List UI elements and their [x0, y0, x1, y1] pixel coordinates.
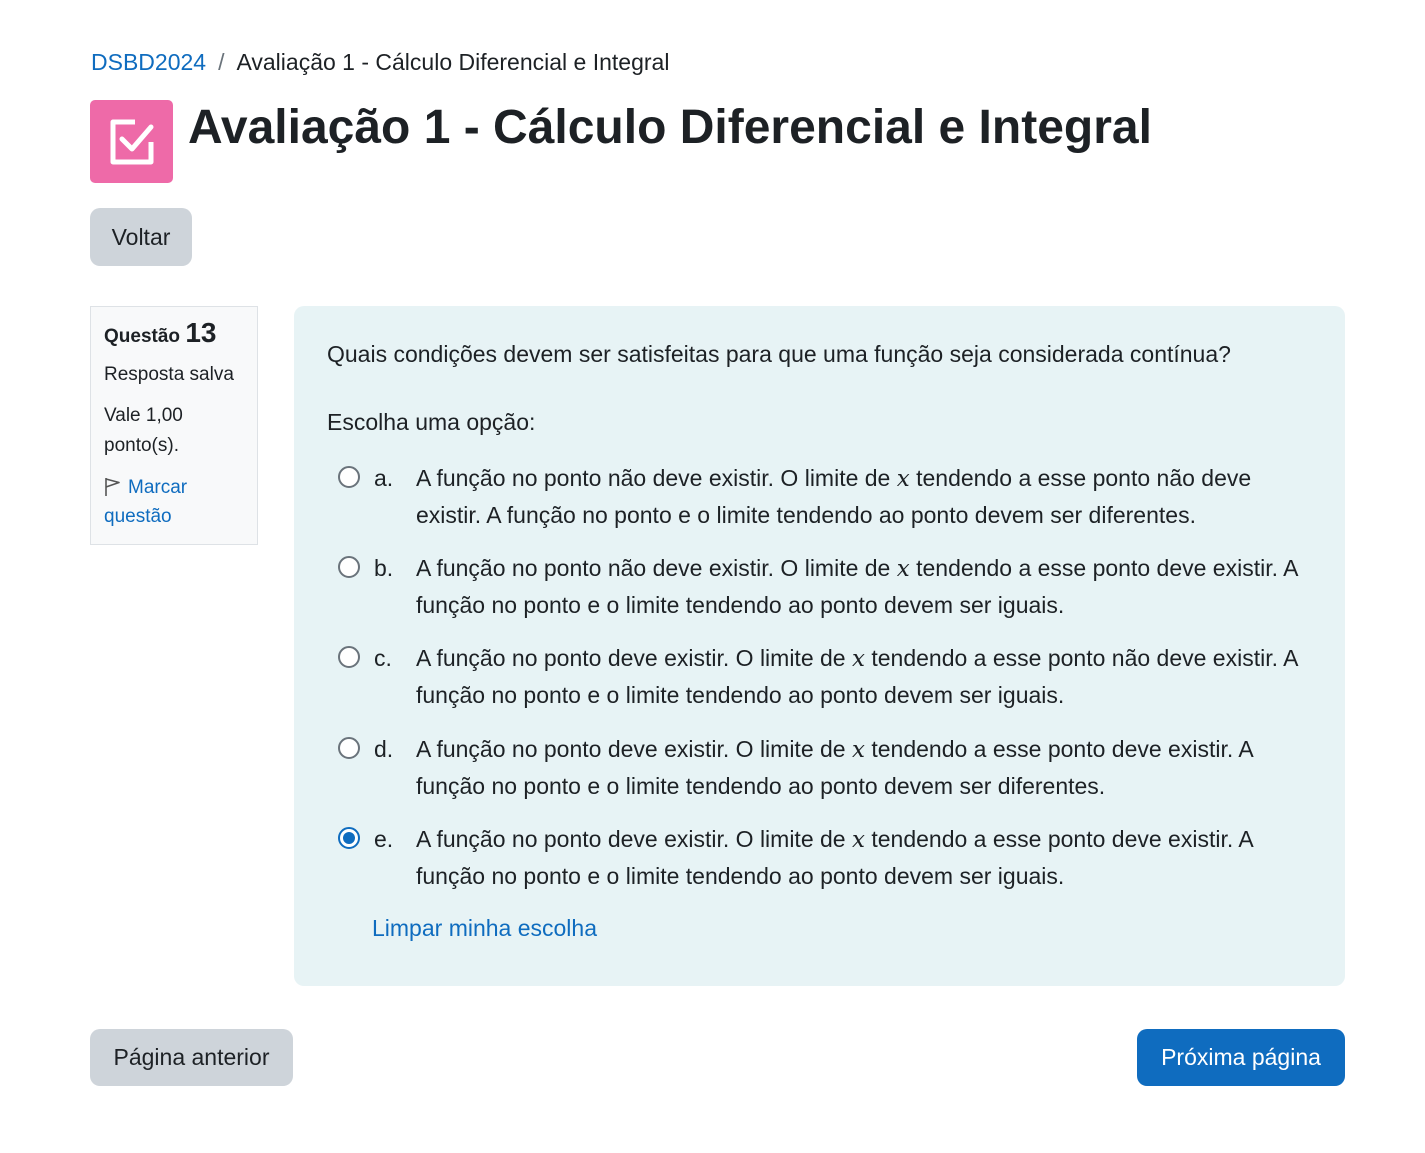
radio-button-selected[interactable]	[338, 827, 360, 849]
option-text: A função no ponto deve existir. O limite…	[416, 645, 1298, 708]
question-label: Questão	[104, 326, 181, 347]
option-text: A função no ponto não deve existir. O li…	[416, 465, 1252, 528]
question-content: Quais condições devem ser satisfeitas pa…	[294, 306, 1345, 986]
radio-button[interactable]	[338, 646, 360, 668]
back-button[interactable]: Voltar	[90, 208, 192, 266]
answer-option-c[interactable]: c. A função no ponto deve existir. O lim…	[338, 636, 1318, 716]
option-letter: a.	[374, 465, 394, 491]
clear-choice-link[interactable]: Limpar minha escolha	[372, 914, 597, 942]
option-text: A função no ponto deve existir. O limite…	[416, 736, 1253, 799]
question-grade: Vale 1,00 ponto(s).	[104, 405, 183, 456]
question-number-value: 13	[185, 317, 217, 348]
flag-icon	[105, 478, 120, 496]
question-state: Resposta salva	[104, 364, 234, 385]
question-info-panel: Questão 13 Resposta salva Vale 1,00 pont…	[90, 306, 258, 545]
radio-button[interactable]	[338, 556, 360, 578]
flag-question-link[interactable]: Marcar questão	[104, 473, 244, 531]
option-text: A função no ponto deve existir. O limite…	[416, 826, 1253, 889]
option-letter: e.	[374, 826, 394, 852]
question-text: Quais condições devem ser satisfeitas pa…	[327, 341, 1231, 367]
option-letter: c.	[374, 645, 392, 671]
question-number: Questão 13	[104, 317, 244, 353]
answer-option-a[interactable]: a. A função no ponto não deve existir. O…	[338, 456, 1318, 536]
option-letter: d.	[374, 736, 394, 762]
next-page-button[interactable]: Próxima página	[1137, 1029, 1345, 1086]
breadcrumb: DSBD2024 / Avaliação 1 - Cálculo Diferen…	[91, 48, 669, 76]
radio-button[interactable]	[338, 737, 360, 759]
previous-page-button[interactable]: Página anterior	[90, 1029, 293, 1086]
page-title: Avaliação 1 - Cálculo Diferencial e Inte…	[188, 101, 1152, 154]
option-text: A função no ponto não deve existir. O li…	[416, 555, 1298, 618]
breadcrumb-current: Avaliação 1 - Cálculo Diferencial e Inte…	[236, 49, 670, 75]
breadcrumb-course-link[interactable]: DSBD2024	[91, 48, 206, 76]
answer-option-b[interactable]: b. A função no ponto não deve existir. O…	[338, 546, 1318, 626]
radio-button[interactable]	[338, 466, 360, 488]
answer-prompt: Escolha uma opção:	[327, 409, 536, 435]
breadcrumb-separator: /	[218, 49, 225, 75]
option-letter: b.	[374, 555, 394, 581]
answer-option-d[interactable]: d. A função no ponto deve existir. O lim…	[338, 727, 1318, 807]
quiz-checkbox-icon	[90, 100, 173, 183]
answer-option-e[interactable]: e. A função no ponto deve existir. O lim…	[338, 817, 1318, 897]
